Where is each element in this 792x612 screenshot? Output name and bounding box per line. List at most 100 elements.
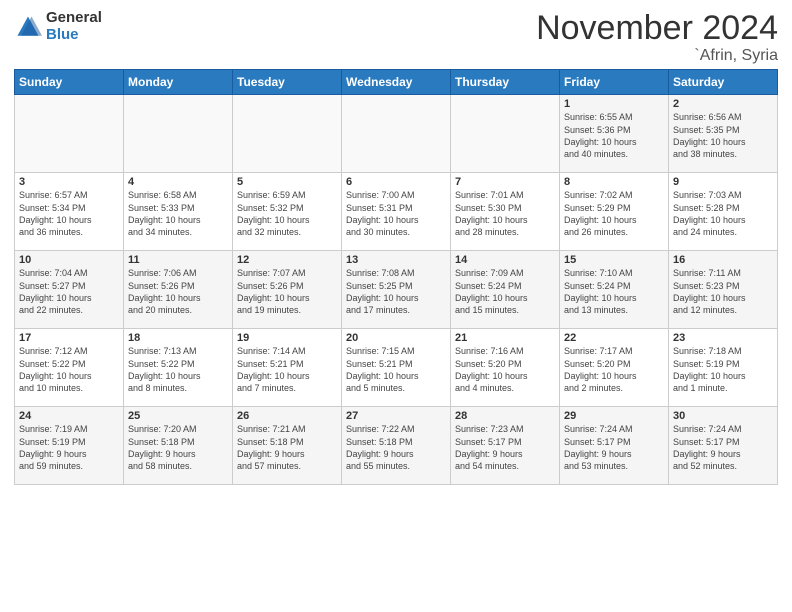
calendar-week-row: 10Sunrise: 7:04 AM Sunset: 5:27 PM Dayli… [15,251,778,329]
day-info: Sunrise: 7:20 AM Sunset: 5:18 PM Dayligh… [128,423,228,472]
weekday-header: Tuesday [233,70,342,95]
day-number: 7 [455,176,555,188]
day-info: Sunrise: 6:57 AM Sunset: 5:34 PM Dayligh… [19,189,119,238]
calendar-day-cell: 29Sunrise: 7:24 AM Sunset: 5:17 PM Dayli… [560,407,669,485]
day-info: Sunrise: 7:04 AM Sunset: 5:27 PM Dayligh… [19,267,119,316]
calendar-week-row: 1Sunrise: 6:55 AM Sunset: 5:36 PM Daylig… [15,95,778,173]
calendar-day-cell: 16Sunrise: 7:11 AM Sunset: 5:23 PM Dayli… [669,251,778,329]
calendar-day-cell: 27Sunrise: 7:22 AM Sunset: 5:18 PM Dayli… [342,407,451,485]
day-info: Sunrise: 7:17 AM Sunset: 5:20 PM Dayligh… [564,345,664,394]
day-number: 9 [673,176,773,188]
location: `Afrin, Syria [536,47,778,65]
day-info: Sunrise: 6:58 AM Sunset: 5:33 PM Dayligh… [128,189,228,238]
day-info: Sunrise: 7:02 AM Sunset: 5:29 PM Dayligh… [564,189,664,238]
day-info: Sunrise: 7:09 AM Sunset: 5:24 PM Dayligh… [455,267,555,316]
day-number: 27 [346,410,446,422]
calendar-table: SundayMondayTuesdayWednesdayThursdayFrid… [14,69,778,485]
day-number: 23 [673,332,773,344]
day-number: 16 [673,254,773,266]
day-number: 5 [237,176,337,188]
day-number: 14 [455,254,555,266]
day-info: Sunrise: 7:19 AM Sunset: 5:19 PM Dayligh… [19,423,119,472]
calendar-day-cell: 14Sunrise: 7:09 AM Sunset: 5:24 PM Dayli… [451,251,560,329]
logo-text: General Blue [46,10,102,43]
calendar-day-cell: 25Sunrise: 7:20 AM Sunset: 5:18 PM Dayli… [124,407,233,485]
day-info: Sunrise: 7:06 AM Sunset: 5:26 PM Dayligh… [128,267,228,316]
day-number: 26 [237,410,337,422]
day-info: Sunrise: 6:55 AM Sunset: 5:36 PM Dayligh… [564,111,664,160]
day-info: Sunrise: 7:01 AM Sunset: 5:30 PM Dayligh… [455,189,555,238]
day-info: Sunrise: 7:23 AM Sunset: 5:17 PM Dayligh… [455,423,555,472]
day-number: 11 [128,254,228,266]
day-number: 8 [564,176,664,188]
calendar-day-cell: 18Sunrise: 7:13 AM Sunset: 5:22 PM Dayli… [124,329,233,407]
day-number: 13 [346,254,446,266]
day-info: Sunrise: 7:18 AM Sunset: 5:19 PM Dayligh… [673,345,773,394]
day-info: Sunrise: 6:56 AM Sunset: 5:35 PM Dayligh… [673,111,773,160]
day-info: Sunrise: 7:16 AM Sunset: 5:20 PM Dayligh… [455,345,555,394]
day-info: Sunrise: 7:12 AM Sunset: 5:22 PM Dayligh… [19,345,119,394]
logo-general: General [46,10,102,27]
day-number: 17 [19,332,119,344]
calendar-day-cell [233,95,342,173]
logo: General Blue [14,10,102,43]
calendar-day-cell: 7Sunrise: 7:01 AM Sunset: 5:30 PM Daylig… [451,173,560,251]
day-info: Sunrise: 7:24 AM Sunset: 5:17 PM Dayligh… [564,423,664,472]
calendar-day-cell [451,95,560,173]
weekday-header: Monday [124,70,233,95]
calendar-day-cell: 23Sunrise: 7:18 AM Sunset: 5:19 PM Dayli… [669,329,778,407]
day-number: 2 [673,98,773,110]
calendar-day-cell: 9Sunrise: 7:03 AM Sunset: 5:28 PM Daylig… [669,173,778,251]
calendar-day-cell: 19Sunrise: 7:14 AM Sunset: 5:21 PM Dayli… [233,329,342,407]
calendar-day-cell: 13Sunrise: 7:08 AM Sunset: 5:25 PM Dayli… [342,251,451,329]
day-info: Sunrise: 7:00 AM Sunset: 5:31 PM Dayligh… [346,189,446,238]
calendar-day-cell [342,95,451,173]
calendar-day-cell: 15Sunrise: 7:10 AM Sunset: 5:24 PM Dayli… [560,251,669,329]
day-number: 22 [564,332,664,344]
logo-blue: Blue [46,27,102,44]
calendar-day-cell: 24Sunrise: 7:19 AM Sunset: 5:19 PM Dayli… [15,407,124,485]
calendar-day-cell: 10Sunrise: 7:04 AM Sunset: 5:27 PM Dayli… [15,251,124,329]
calendar-day-cell: 6Sunrise: 7:00 AM Sunset: 5:31 PM Daylig… [342,173,451,251]
calendar-week-row: 3Sunrise: 6:57 AM Sunset: 5:34 PM Daylig… [15,173,778,251]
calendar-day-cell: 22Sunrise: 7:17 AM Sunset: 5:20 PM Dayli… [560,329,669,407]
weekday-header: Friday [560,70,669,95]
calendar-header-row: SundayMondayTuesdayWednesdayThursdayFrid… [15,70,778,95]
month-title: November 2024 [536,10,778,47]
calendar-day-cell: 28Sunrise: 7:23 AM Sunset: 5:17 PM Dayli… [451,407,560,485]
calendar-day-cell [124,95,233,173]
day-number: 19 [237,332,337,344]
day-info: Sunrise: 7:21 AM Sunset: 5:18 PM Dayligh… [237,423,337,472]
calendar-day-cell: 5Sunrise: 6:59 AM Sunset: 5:32 PM Daylig… [233,173,342,251]
day-number: 15 [564,254,664,266]
day-number: 29 [564,410,664,422]
day-number: 1 [564,98,664,110]
calendar-day-cell: 12Sunrise: 7:07 AM Sunset: 5:26 PM Dayli… [233,251,342,329]
day-info: Sunrise: 7:15 AM Sunset: 5:21 PM Dayligh… [346,345,446,394]
calendar-day-cell: 2Sunrise: 6:56 AM Sunset: 5:35 PM Daylig… [669,95,778,173]
day-number: 24 [19,410,119,422]
day-number: 20 [346,332,446,344]
page-header: General Blue November 2024 `Afrin, Syria [14,10,778,65]
weekday-header: Sunday [15,70,124,95]
day-number: 12 [237,254,337,266]
day-info: Sunrise: 7:08 AM Sunset: 5:25 PM Dayligh… [346,267,446,316]
calendar-day-cell: 26Sunrise: 7:21 AM Sunset: 5:18 PM Dayli… [233,407,342,485]
day-info: Sunrise: 7:10 AM Sunset: 5:24 PM Dayligh… [564,267,664,316]
weekday-header: Thursday [451,70,560,95]
calendar-day-cell: 11Sunrise: 7:06 AM Sunset: 5:26 PM Dayli… [124,251,233,329]
day-info: Sunrise: 7:22 AM Sunset: 5:18 PM Dayligh… [346,423,446,472]
logo-icon [14,13,42,41]
calendar-day-cell: 20Sunrise: 7:15 AM Sunset: 5:21 PM Dayli… [342,329,451,407]
day-number: 10 [19,254,119,266]
calendar-day-cell: 17Sunrise: 7:12 AM Sunset: 5:22 PM Dayli… [15,329,124,407]
day-number: 30 [673,410,773,422]
day-number: 6 [346,176,446,188]
calendar-day-cell: 8Sunrise: 7:02 AM Sunset: 5:29 PM Daylig… [560,173,669,251]
day-info: Sunrise: 7:13 AM Sunset: 5:22 PM Dayligh… [128,345,228,394]
day-info: Sunrise: 7:14 AM Sunset: 5:21 PM Dayligh… [237,345,337,394]
calendar-day-cell: 4Sunrise: 6:58 AM Sunset: 5:33 PM Daylig… [124,173,233,251]
page: General Blue November 2024 `Afrin, Syria… [0,0,792,612]
calendar-week-row: 17Sunrise: 7:12 AM Sunset: 5:22 PM Dayli… [15,329,778,407]
day-info: Sunrise: 7:24 AM Sunset: 5:17 PM Dayligh… [673,423,773,472]
